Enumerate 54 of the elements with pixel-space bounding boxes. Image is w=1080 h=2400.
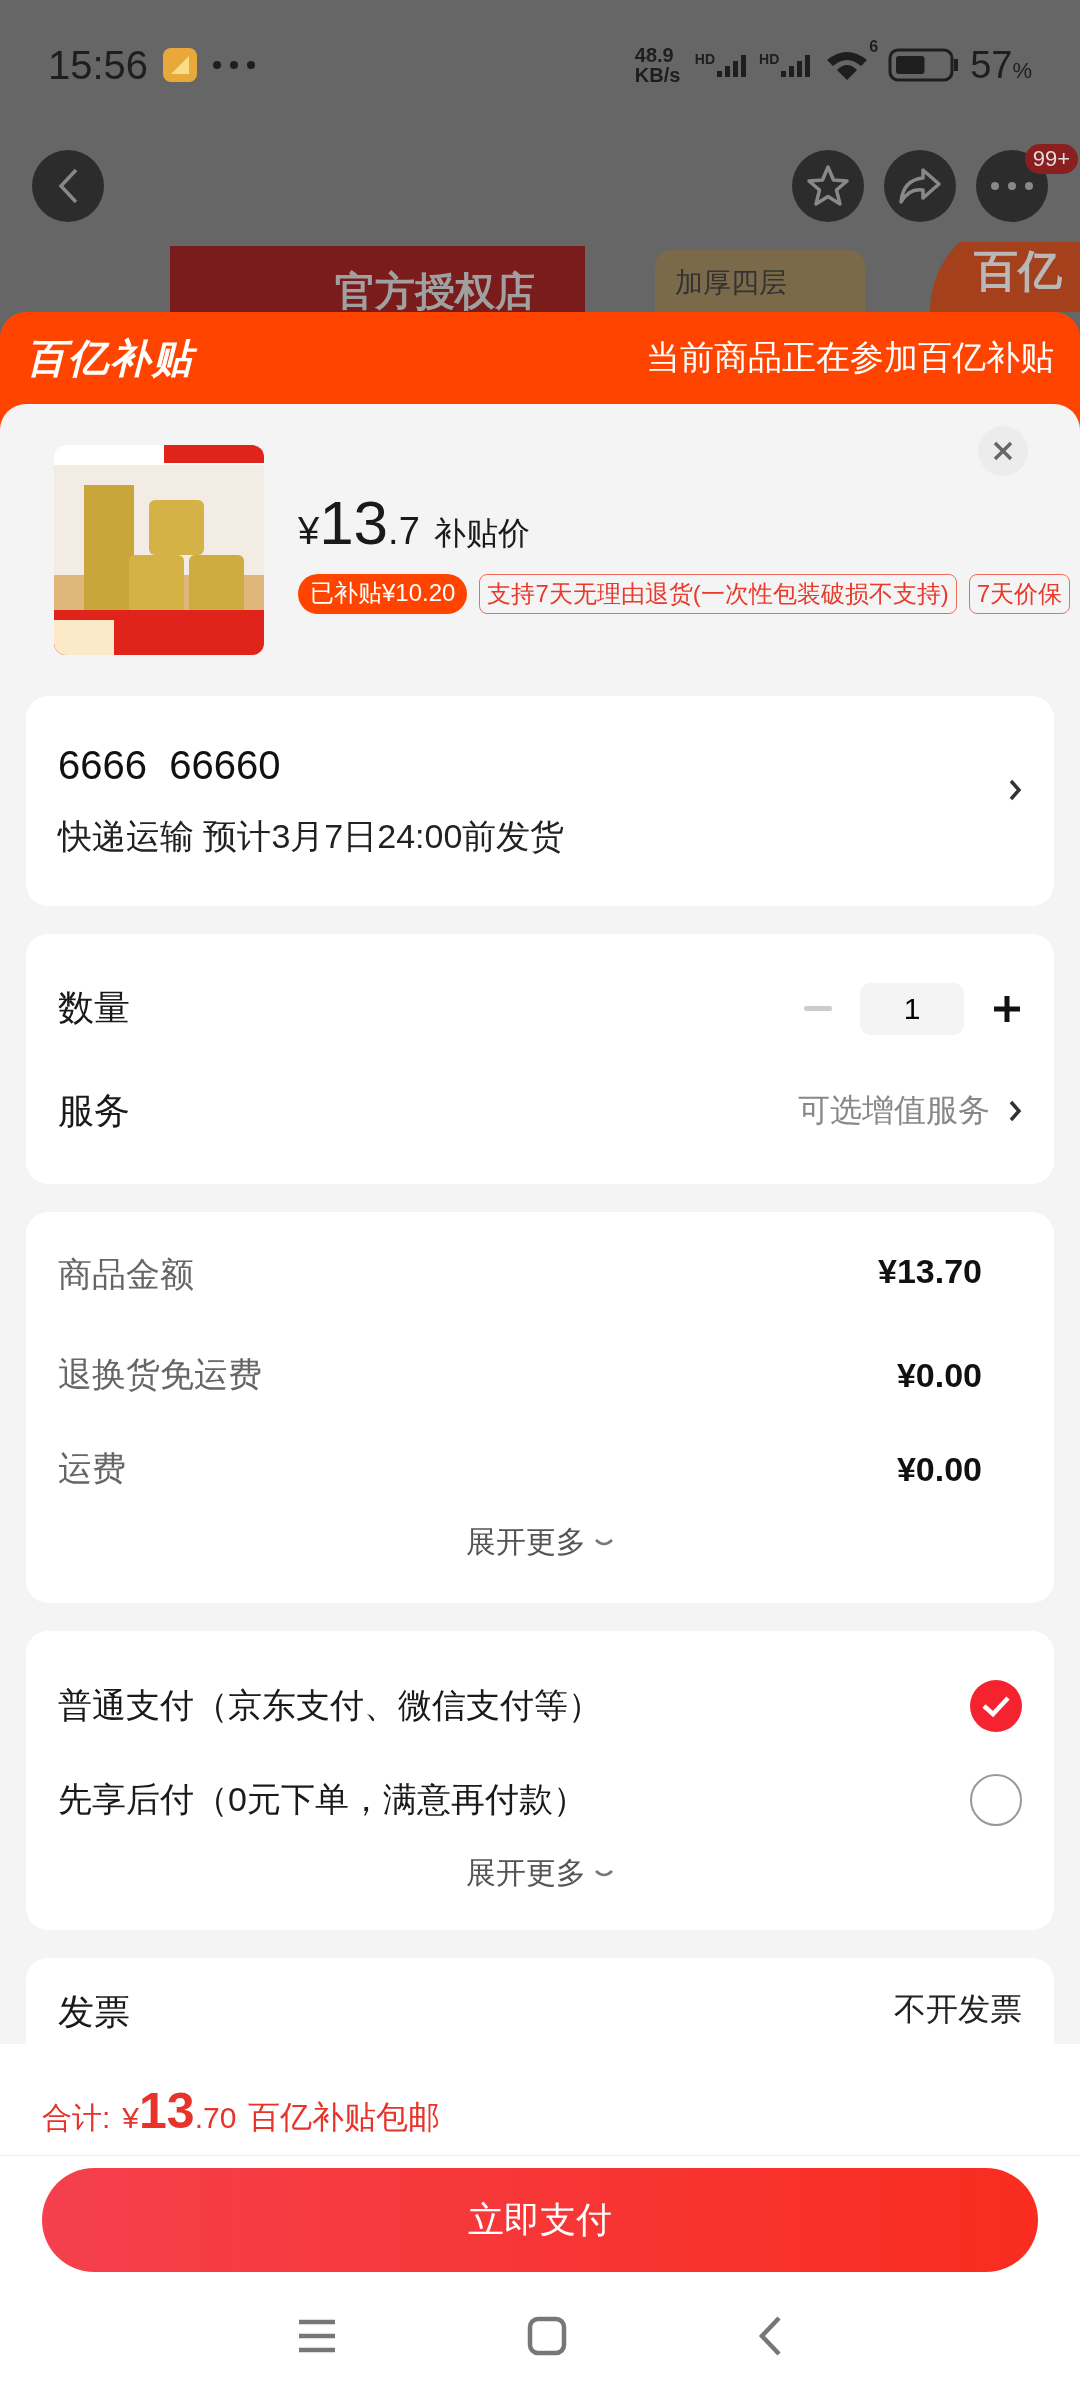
fee-label: 商品金额 xyxy=(58,1254,194,1295)
network-type-label: HD xyxy=(694,51,715,67)
service-tag: 7天价保 xyxy=(968,573,1071,614)
radio-button[interactable] xyxy=(970,1680,1022,1732)
store-banner: 官方授权店 xyxy=(170,246,585,312)
address-card[interactable]: 6666 66660 快递运输 预计3月7日24:00前发货 xyxy=(26,696,1054,906)
chevron-icon xyxy=(1008,778,1022,802)
close-button[interactable] xyxy=(978,426,1028,476)
notification-badge: 99+ xyxy=(1024,144,1078,174)
battery-icon xyxy=(888,47,961,83)
battery-percent: 57% xyxy=(970,43,1032,87)
star-icon xyxy=(805,163,851,209)
radio-button[interactable] xyxy=(970,1774,1022,1826)
more-icon xyxy=(990,181,1034,191)
fee-label: 退换货免运费 xyxy=(58,1354,262,1395)
fee-value: ¥13.70 xyxy=(878,1252,982,1291)
home-button[interactable] xyxy=(527,2316,567,2356)
payment-option[interactable]: 先享后付（0元下单，满意再付款） xyxy=(58,1777,587,1823)
network-speed: 48.9 KB/s xyxy=(634,45,682,85)
check-icon xyxy=(981,1694,1011,1718)
network-type-label: HD xyxy=(759,51,780,67)
payment-option[interactable]: 普通支付（京东支付、微信支付等） xyxy=(58,1683,602,1729)
subsidy-badge: 百亿 xyxy=(930,242,1080,312)
fee-label: 运费 xyxy=(58,1448,126,1489)
shipping-text: 快递运输 预计3月7日24:00前发货 xyxy=(58,815,566,857)
chevron-icon xyxy=(1008,1099,1022,1123)
menu-button[interactable] xyxy=(297,2318,337,2354)
service-value[interactable]: 可选增值服务 xyxy=(798,1089,990,1133)
service-label: 服务 xyxy=(58,1088,130,1133)
service-tag: 支持7天无理由退货(一次性包装破损不支持) xyxy=(479,573,957,614)
feature-tag: 加厚四层 xyxy=(655,250,865,312)
back-nav-button[interactable] xyxy=(757,2315,783,2357)
fee-value: ¥0.00 xyxy=(896,1449,982,1489)
back-icon xyxy=(56,166,80,206)
quantity-label: 数量 xyxy=(58,986,130,1030)
plus-button[interactable] xyxy=(992,993,1022,1024)
subsidy-price: ¥13.7 补贴价 xyxy=(298,486,531,558)
status-time: 15:56 xyxy=(48,42,149,88)
wifi-label: 6 xyxy=(869,38,879,56)
expand-more-button[interactable]: 展开更多 xyxy=(460,1847,620,1900)
total-text: 合计: ¥13.70 百亿补贴包邮 xyxy=(0,2044,1080,2156)
notification-icon xyxy=(162,47,199,83)
close-icon xyxy=(992,440,1014,462)
invoice-value[interactable]: 不开发票 xyxy=(894,1988,1022,2044)
pay-button[interactable]: 立即支付 xyxy=(42,2168,1038,2272)
subsidy-note: 当前商品正在参加百亿补贴 xyxy=(646,337,1054,378)
invoice-label: 发票 xyxy=(58,1990,130,2034)
fee-value: ¥0.00 xyxy=(896,1355,982,1395)
address-text: 6666 66660 xyxy=(58,742,282,788)
quantity-field[interactable]: 1 xyxy=(860,982,964,1035)
share-icon xyxy=(897,166,943,206)
expand-more-button[interactable]: 展开更多 xyxy=(460,1516,620,1569)
subsidy-tag: 已补贴¥10.20 xyxy=(298,573,468,614)
more-dots-icon xyxy=(212,60,257,70)
